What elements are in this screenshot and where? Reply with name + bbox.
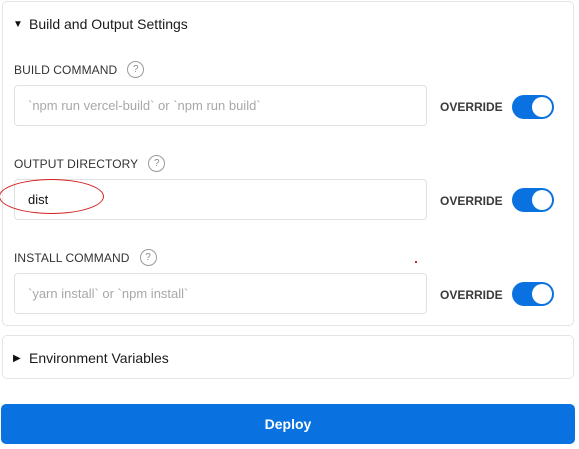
build-command-input[interactable] [14,85,427,126]
environment-variables-panel: ▶ Environment Variables [2,335,574,379]
caret-down-icon: ▼ [13,18,23,30]
install-command-override-toggle[interactable] [512,282,554,306]
help-icon[interactable]: ? [127,61,145,78]
environment-variables-title: Environment Variables [29,350,169,366]
build-output-settings-header[interactable]: ▼ Build and Output Settings [13,16,188,32]
toggle-knob [532,97,552,117]
toggle-knob [532,284,552,304]
build-command-label-row: BUILD COMMAND ? [14,61,145,78]
install-command-label-row: INSTALL COMMAND ? [14,249,157,266]
annotation-dot [415,261,417,263]
output-directory-override-toggle[interactable] [512,188,554,212]
build-output-settings-title: Build and Output Settings [29,16,188,32]
environment-variables-header[interactable]: ▶ Environment Variables [13,350,169,366]
output-directory-override-label: OVERRIDE [440,194,503,208]
help-icon[interactable]: ? [148,155,166,172]
build-output-settings-panel: ▼ Build and Output Settings BUILD COMMAN… [2,1,574,326]
caret-right-icon: ▶ [13,352,21,364]
toggle-knob [532,190,552,210]
build-command-override-toggle[interactable] [512,95,554,119]
output-directory-label-row: OUTPUT DIRECTORY ? [14,155,166,172]
output-directory-input[interactable] [14,179,427,220]
help-icon[interactable]: ? [139,249,157,266]
install-command-label: INSTALL COMMAND [14,250,130,265]
build-command-override-label: OVERRIDE [440,100,503,114]
output-directory-label: OUTPUT DIRECTORY [14,156,139,171]
install-command-input[interactable] [14,273,427,314]
deploy-button[interactable]: Deploy [1,404,575,444]
install-command-override-label: OVERRIDE [440,288,503,302]
build-command-label: BUILD COMMAND [14,62,118,77]
